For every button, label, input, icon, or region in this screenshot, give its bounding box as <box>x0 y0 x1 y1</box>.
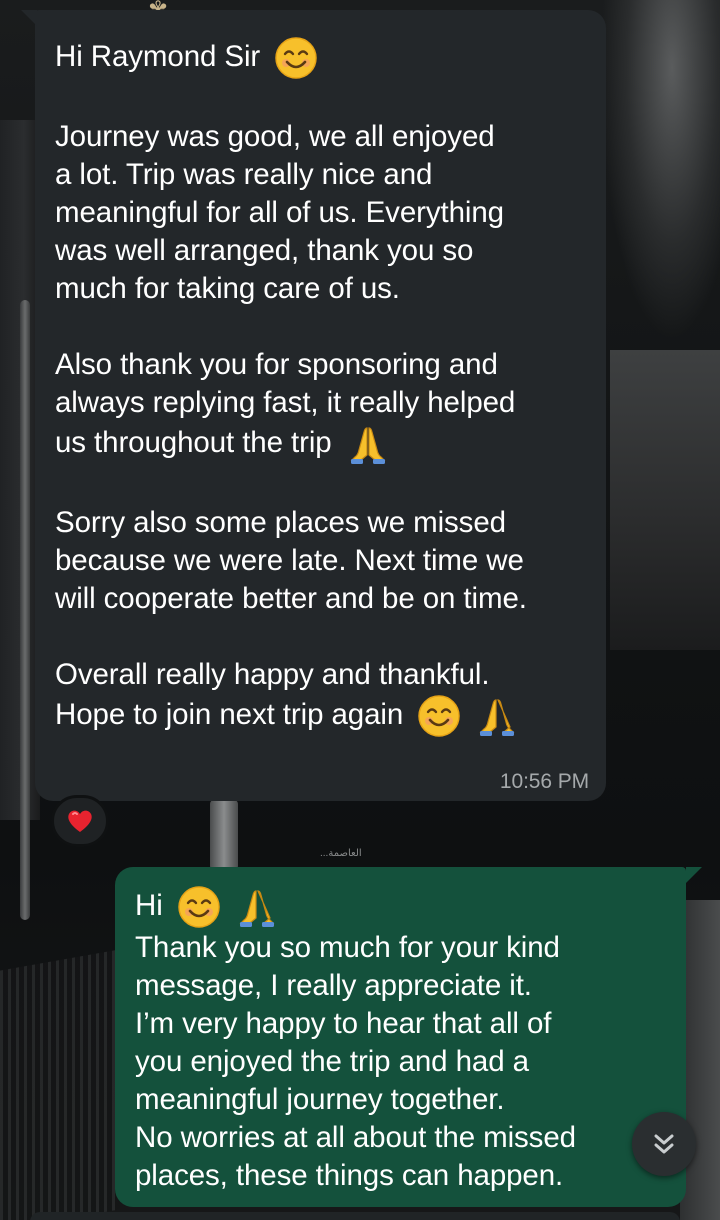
folded-hands-icon <box>475 694 519 738</box>
folded-hands-icon <box>346 422 390 466</box>
outgoing-message-bubble[interactable]: Hi Thank you so much for your kind messa… <box>115 867 686 1207</box>
message-line: Sorry also some places we missed <box>55 506 506 539</box>
message-paragraph-2: Also thank you for sponsoring and always… <box>55 346 586 466</box>
wallpaper-grill <box>0 949 120 1220</box>
wallpaper-label: ...العاصمة <box>320 848 362 859</box>
red-heart-icon <box>68 810 92 832</box>
message-line: Journey was good, we all enjoyed <box>55 120 495 153</box>
message-line: No worries at all about the missed <box>135 1121 576 1154</box>
folded-hands-icon <box>235 885 279 929</box>
message-line: much for taking care of us. <box>55 272 400 305</box>
message-timestamp: 10:56 PM <box>499 770 589 793</box>
wallpaper-bottle <box>210 800 238 870</box>
double-chevron-down-icon <box>654 1134 674 1154</box>
wallpaper-right-panel <box>680 900 720 1220</box>
message-line: Hi <box>135 888 163 922</box>
incoming-message-bubble[interactable]: Hi Raymond Sir Journey was good, we all … <box>21 10 606 801</box>
message-line: Overall really happy and thankful. <box>55 658 490 691</box>
message-paragraph-1: Journey was good, we all enjoyed a lot. … <box>55 118 586 308</box>
message-input-bar[interactable] <box>30 1212 680 1220</box>
smiling-face-icon <box>274 36 318 80</box>
message-reaction[interactable] <box>51 795 109 847</box>
greeting-text: Hi Raymond Sir <box>55 39 261 73</box>
message-line: you enjoyed the trip and had a <box>135 1045 529 1078</box>
wallpaper-pipe <box>20 300 30 920</box>
wallpaper-panel <box>610 350 720 650</box>
wallpaper-lamp <box>600 0 720 340</box>
message-line: Hope to join next trip again <box>55 697 404 731</box>
message-greeting: Hi Raymond Sir <box>55 36 586 80</box>
message-paragraph-3: Sorry also some places we missed because… <box>55 504 586 618</box>
message-line: meaningful journey together. <box>135 1083 505 1116</box>
message-line: places, these things can happen. <box>135 1159 564 1192</box>
outgoing-bubble-tail <box>686 867 702 883</box>
message-line: was well arranged, thank you so <box>55 234 474 267</box>
message-line: I’m very happy to hear that all of <box>135 1007 552 1040</box>
message-line: Thank you so much for your kind <box>135 931 560 964</box>
smiling-face-icon <box>177 885 221 929</box>
message-line: Also thank you for sponsoring and <box>55 348 498 381</box>
message-line: us throughout the trip <box>55 425 332 459</box>
smiling-face-icon <box>417 694 461 738</box>
message-line: a lot. Trip was really nice and <box>55 158 433 191</box>
message-line: always replying fast, it really helped <box>55 386 516 419</box>
message-line: meaningful for all of us. Everything <box>55 196 504 229</box>
message-line: because we were late. Next time we <box>55 544 524 577</box>
message-line: message, I really appreciate it. <box>135 969 532 1002</box>
message-paragraph-4: Overall really happy and thankful. Hope … <box>55 656 586 738</box>
scroll-to-bottom-button[interactable] <box>632 1112 696 1176</box>
message-line: will cooperate better and be on time. <box>55 582 527 615</box>
